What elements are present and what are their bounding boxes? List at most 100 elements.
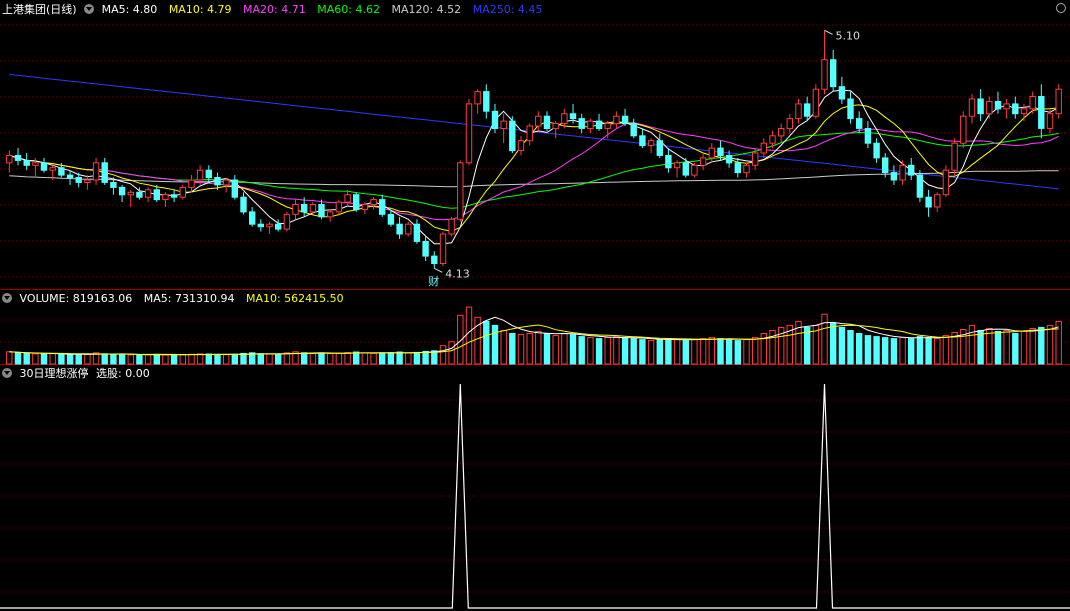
volume-bar bbox=[639, 339, 646, 365]
volume-bar bbox=[578, 336, 585, 365]
volume-bar bbox=[864, 335, 872, 365]
volume-bar bbox=[561, 333, 568, 365]
volume-bar bbox=[942, 335, 950, 365]
volume-bar bbox=[1038, 326, 1045, 365]
volume-bar bbox=[1003, 330, 1010, 365]
candle-body bbox=[1055, 88, 1062, 115]
candle-body bbox=[639, 135, 646, 147]
volume-bar bbox=[830, 322, 837, 365]
candle-body bbox=[84, 179, 91, 183]
candle-body bbox=[40, 162, 48, 171]
volume-bar bbox=[708, 337, 715, 365]
candle-body bbox=[882, 157, 889, 174]
volume-bar bbox=[977, 330, 984, 365]
volume-bar bbox=[188, 353, 195, 365]
volume-bar bbox=[465, 306, 473, 365]
volume-bar bbox=[665, 338, 672, 365]
candle-body bbox=[144, 189, 152, 198]
candle-body bbox=[942, 169, 950, 196]
volume-bar bbox=[196, 353, 204, 365]
volume-bar bbox=[1012, 333, 1019, 365]
volume-bar bbox=[387, 352, 395, 365]
volume-bar bbox=[170, 354, 178, 365]
volume-bar bbox=[821, 313, 828, 365]
volume-bar bbox=[179, 354, 187, 365]
volume-bar bbox=[127, 354, 135, 365]
volume-bar bbox=[223, 354, 230, 365]
volume-bar bbox=[318, 352, 325, 365]
candle-body bbox=[925, 196, 932, 208]
candle-body bbox=[725, 155, 733, 164]
candle-body bbox=[439, 233, 447, 264]
candle-body bbox=[526, 125, 533, 142]
volume-bar bbox=[699, 338, 707, 365]
candle-body bbox=[890, 172, 898, 181]
volume-bar bbox=[569, 334, 577, 365]
candle-body bbox=[257, 223, 265, 228]
volume-bar bbox=[231, 353, 239, 365]
volume-bar bbox=[301, 352, 308, 365]
candle-body bbox=[405, 223, 412, 235]
candle-body bbox=[569, 113, 577, 120]
candle-body bbox=[873, 142, 880, 159]
volume-bar bbox=[595, 338, 603, 365]
volume-bar bbox=[517, 334, 525, 365]
candle-body bbox=[691, 164, 698, 176]
volume-bar bbox=[673, 339, 681, 365]
candle-body bbox=[6, 155, 13, 164]
candle-body bbox=[361, 204, 369, 210]
candle-body bbox=[379, 199, 386, 215]
candle-body bbox=[223, 179, 230, 186]
volume-bar bbox=[379, 352, 386, 365]
volume-bar bbox=[110, 353, 117, 365]
candle-body bbox=[951, 142, 958, 171]
volume-bar bbox=[84, 353, 91, 365]
candle-body bbox=[1012, 103, 1019, 115]
candle-body bbox=[387, 213, 395, 225]
volume-bar bbox=[1020, 331, 1028, 365]
financial-event-marker: 财 bbox=[428, 274, 439, 288]
candle-body bbox=[14, 155, 22, 161]
candle-body bbox=[162, 194, 169, 201]
candle-body bbox=[552, 123, 559, 129]
candle-body bbox=[301, 204, 308, 213]
candle-body bbox=[110, 182, 117, 188]
volume-bar bbox=[353, 351, 360, 365]
volume-bar bbox=[344, 352, 351, 365]
low-label: 4.13 bbox=[445, 267, 470, 280]
candle-body bbox=[75, 177, 82, 183]
volume-bar bbox=[509, 333, 516, 365]
candle-body bbox=[353, 194, 360, 210]
candle-body bbox=[595, 120, 603, 129]
candle-body bbox=[170, 194, 178, 198]
candle-body bbox=[934, 194, 941, 208]
volume-bar bbox=[908, 338, 915, 365]
candle-body bbox=[1038, 96, 1045, 129]
candle-body bbox=[708, 147, 715, 159]
volume-bar bbox=[32, 353, 39, 365]
volume-bar bbox=[6, 351, 13, 365]
candle-body bbox=[847, 98, 854, 120]
kline-chart[interactable]: 5.10 4.13 财 bbox=[0, 0, 1070, 611]
volume-bar bbox=[283, 352, 291, 365]
volume-bar bbox=[682, 340, 689, 365]
volume-bar bbox=[405, 352, 412, 365]
candle-body bbox=[413, 223, 421, 242]
candle-body bbox=[153, 189, 161, 201]
volume-bar bbox=[1029, 328, 1036, 365]
volume-bar bbox=[14, 352, 22, 365]
candle-body bbox=[743, 164, 750, 174]
volume-bar bbox=[266, 353, 273, 365]
volume-bar bbox=[717, 338, 724, 365]
candle-body bbox=[899, 164, 906, 181]
candle-body bbox=[812, 88, 820, 117]
candle-body bbox=[231, 179, 239, 198]
candle-body bbox=[474, 91, 481, 105]
volume-bar bbox=[275, 353, 282, 365]
candle-body bbox=[49, 167, 56, 171]
candle-body bbox=[127, 191, 135, 196]
candle-body bbox=[370, 199, 377, 206]
candle-body bbox=[491, 110, 499, 130]
candle-body bbox=[778, 128, 785, 137]
volume-bar bbox=[23, 352, 30, 365]
